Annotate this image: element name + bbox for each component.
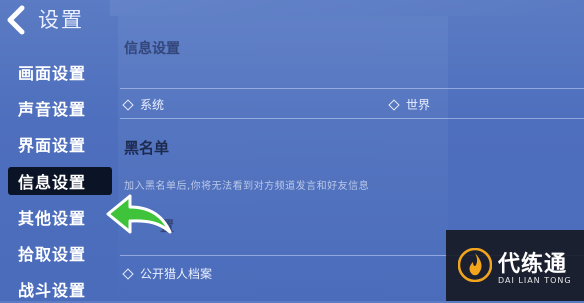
sidebar-item-other[interactable]: 其他设置 [0,203,112,231]
option-world[interactable]: 世界 [388,96,431,113]
back-button[interactable] [2,2,30,38]
divider [120,88,584,89]
sidebar-item-info[interactable]: 信息设置 [8,167,112,195]
option-public-profile[interactable]: 公开猎人档案 [122,265,213,282]
sidebar-item-combat[interactable]: 战斗设置 [0,275,112,303]
sidebar: 画面设置 声音设置 界面设置 信息设置 其他设置 拾取设置 战斗设置 [0,58,120,301]
sidebar-item-pickup[interactable]: 拾取设置 [0,239,112,267]
blacklist-description: 加入黑名单后,你将无法看到对方频道发言和好友信息 [124,181,370,192]
sidebar-item-sound[interactable]: 声音设置 [0,94,112,122]
option-label: 世界 [406,98,431,112]
info-section-title: 信息设置 [124,41,180,57]
green-arrow-icon [106,194,172,234]
chevron-left-icon [7,5,25,35]
header: 设置 [0,0,584,40]
option-label: 系统 [140,98,165,112]
diamond-icon [122,267,134,280]
watermark-name-en: DAI LIAN TONG [498,276,572,285]
watermark-name-cn: 代练通 [498,252,568,277]
divider [120,118,584,119]
blacklist-title: 黑名单 [124,139,170,157]
option-system[interactable]: 系统 [122,96,165,113]
diamond-icon [388,98,400,111]
sidebar-item-graphics[interactable]: 画面设置 [0,58,112,86]
page-title: 设置 [38,8,84,32]
flame-logo-icon [458,248,492,282]
content-panel [118,16,448,301]
sidebar-item-interface[interactable]: 界面设置 [0,130,112,158]
option-label: 公开猎人档案 [140,267,213,281]
watermark-logo: 代练通 DAI LIAN TONG [446,230,584,301]
diamond-icon [122,98,134,111]
